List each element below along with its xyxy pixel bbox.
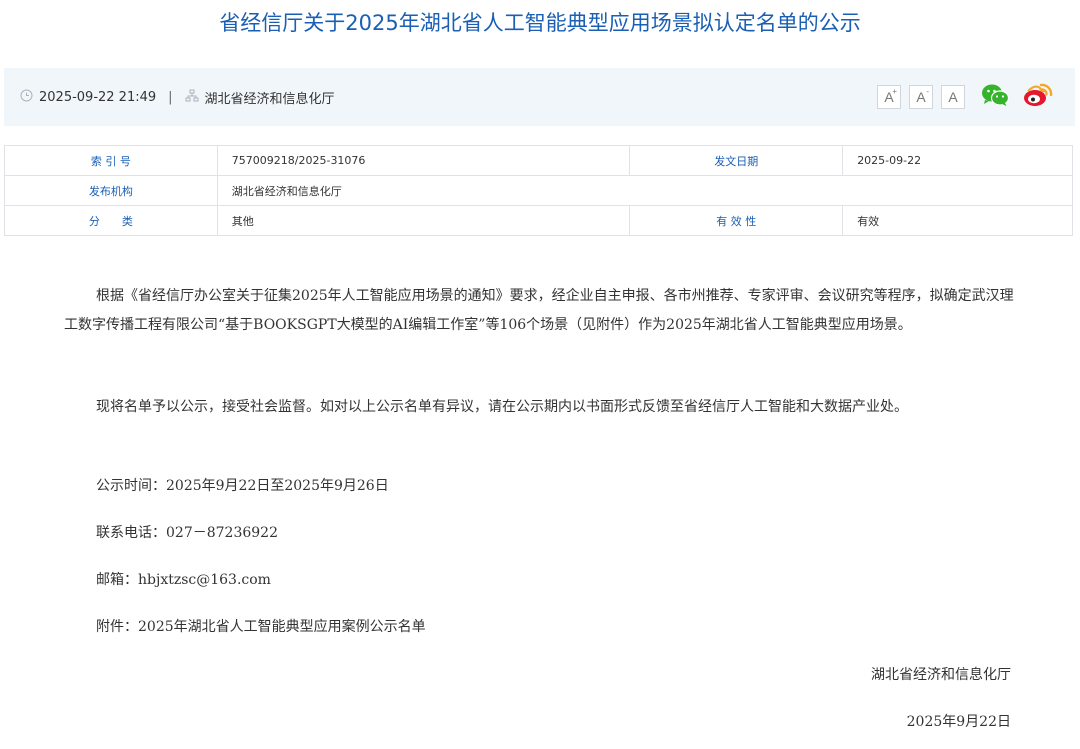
org-value: 湖北省经济和信息化厅 xyxy=(216,175,1074,206)
contact-email[interactable]: 邮箱：hbjxtzsc@163.com xyxy=(96,566,271,595)
contact-phone: 联系电话：027－87236922 xyxy=(96,525,278,541)
clock-icon xyxy=(20,89,33,106)
publish-datetime: 2025-09-22 21:49 xyxy=(39,90,157,105)
category-label: 分 类 xyxy=(4,205,218,236)
paragraph-feedback: 现将名单予以公示，接受社会监督。如对以上公示名单有异议，请在公示期内以书面形式反… xyxy=(96,399,908,415)
index-label: 索 引 号 xyxy=(4,145,218,176)
meta-info: 2025-09-22 21:49 | 湖北省经济和信息化厅 xyxy=(20,88,335,107)
font-increase-button[interactable]: A + xyxy=(877,85,901,109)
font-reset-button[interactable]: A xyxy=(941,85,965,109)
meta-bar: 2025-09-22 21:49 | 湖北省经济和信息化厅 A + A- A xyxy=(4,68,1075,126)
org-label: 发布机构 xyxy=(4,175,218,206)
weibo-icon[interactable] xyxy=(1023,82,1053,108)
org-icon xyxy=(185,89,199,107)
publisher-name: 湖北省经济和信息化厅 xyxy=(204,92,335,107)
date-value: 2025-09-22 xyxy=(842,145,1073,176)
signature-org: 湖北省经济和信息化厅 xyxy=(871,667,1011,683)
page-title: 省经信厅关于2025年湖北省人工智能典型应用场景拟认定名单的公示 xyxy=(219,11,861,35)
paragraph-main: 根据《省经信厅办公室关于征集2025年人工智能应用场景的通知》要求，经企业自主申… xyxy=(64,288,1014,333)
attachment-link[interactable]: 附件：2025年湖北省人工智能典型应用案例公示名单 xyxy=(96,613,426,642)
document-info-table: 索 引 号 757009218/2025-31076 发文日期 2025-09-… xyxy=(4,145,1074,236)
table-row: 发布机构 湖北省经济和信息化厅 xyxy=(4,175,1074,206)
signature-date: 2025年9月22日 xyxy=(906,714,1011,730)
wechat-icon[interactable] xyxy=(981,83,1009,107)
date-label: 发文日期 xyxy=(629,145,844,176)
validity-label: 有 效 性 xyxy=(629,205,844,236)
share-buttons xyxy=(981,82,1053,108)
font-size-controls: A + A- A xyxy=(877,85,965,109)
table-row: 索 引 号 757009218/2025-31076 发文日期 2025-09-… xyxy=(4,145,1073,176)
font-decrease-button[interactable]: A- xyxy=(909,85,933,109)
category-value: 其他 xyxy=(216,205,631,236)
announcement-period: 公示时间：2025年9月22日至2025年9月26日 xyxy=(96,478,389,494)
validity-value: 有效 xyxy=(842,205,1073,236)
meta-separator: | xyxy=(168,90,173,105)
table-row: 分 类 其他 有 效 性 有效 xyxy=(4,205,1073,236)
index-value: 757009218/2025-31076 xyxy=(216,145,631,176)
